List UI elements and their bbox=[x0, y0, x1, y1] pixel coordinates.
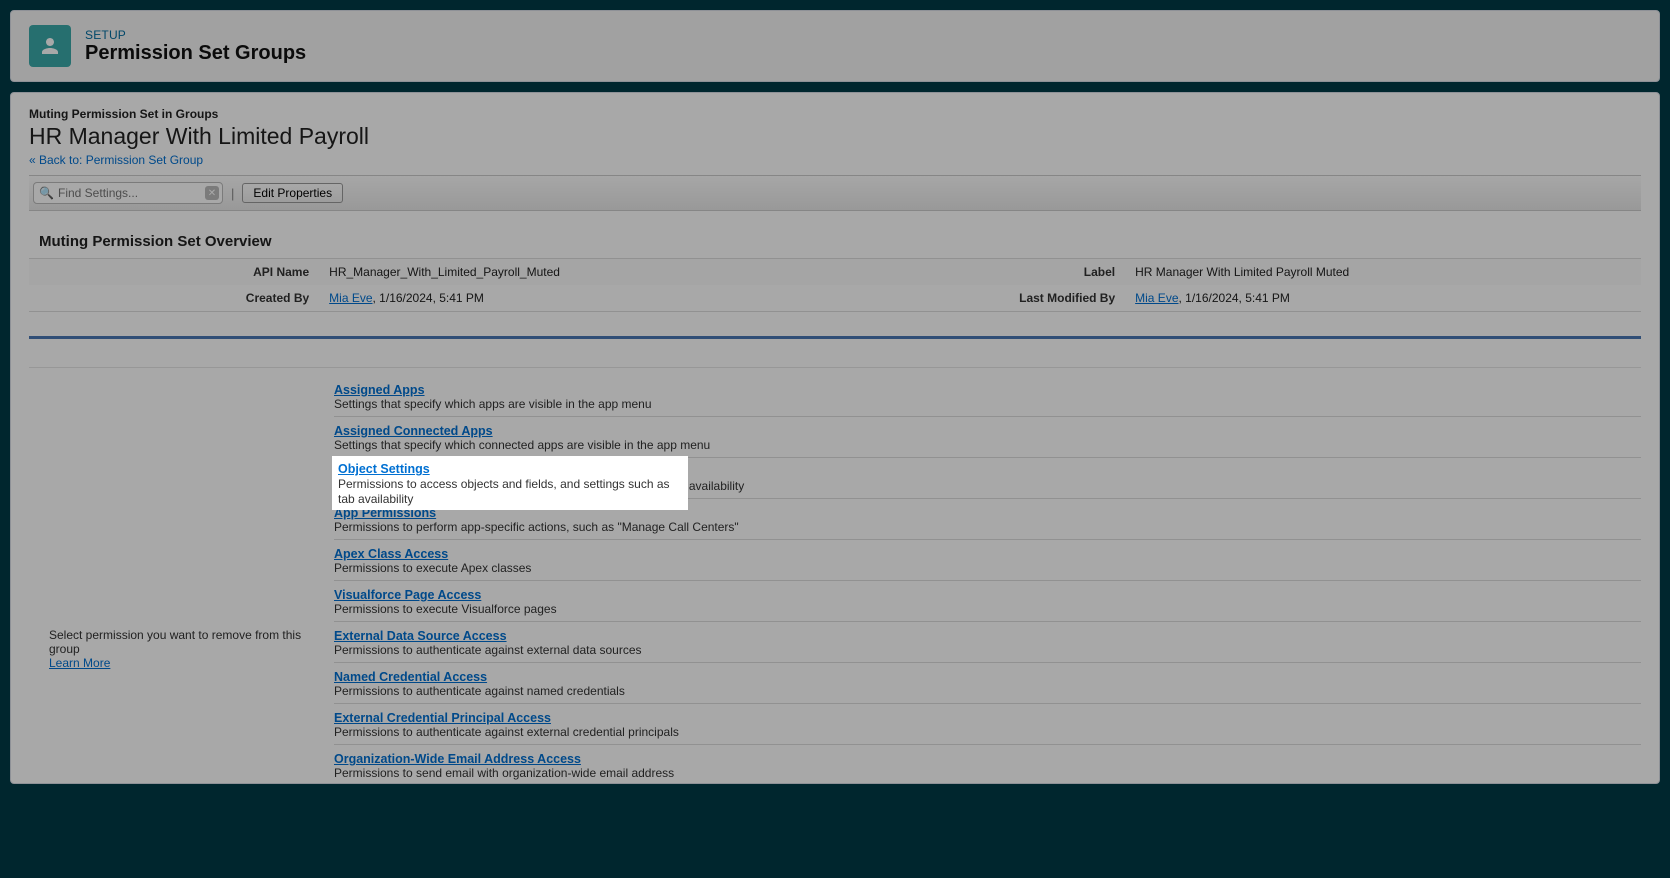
perm-row-desc: Permissions to access objects and fields… bbox=[334, 479, 1641, 493]
label-label: Label bbox=[835, 259, 1125, 286]
api-name-label: API Name bbox=[29, 259, 319, 286]
perm-row-desc: Permissions to authenticate against name… bbox=[334, 684, 1641, 698]
perm-row-title[interactable]: Object Settings bbox=[334, 465, 426, 479]
perm-row-title[interactable]: Visualforce Page Access bbox=[334, 588, 481, 602]
modified-by-date: , 1/16/2024, 5:41 PM bbox=[1179, 291, 1290, 305]
main-card: Muting Permission Set in Groups HR Manag… bbox=[10, 92, 1660, 784]
overview-heading: Muting Permission Set Overview bbox=[39, 233, 1641, 250]
toolbar-divider: | bbox=[231, 186, 234, 201]
back-link[interactable]: « Back to: Permission Set Group bbox=[29, 153, 203, 167]
modified-by-user-link[interactable]: Mia Eve bbox=[1135, 291, 1178, 305]
perm-row: Assigned AppsSettings that specify which… bbox=[334, 368, 1641, 417]
perm-row-title[interactable]: Organization-Wide Email Address Access bbox=[334, 752, 581, 766]
perm-row: External Credential Principal AccessPerm… bbox=[334, 704, 1641, 745]
perm-row-desc: Permissions to authenticate against exte… bbox=[334, 725, 1641, 739]
perm-row-desc: Permissions to send email with organizat… bbox=[334, 766, 1641, 780]
perm-row-title[interactable]: External Credential Principal Access bbox=[334, 711, 551, 725]
sidebar-text: Select permission you want to remove fro… bbox=[49, 628, 314, 656]
toolbar: 🔍 ✕ | Edit Properties bbox=[29, 175, 1641, 211]
perm-row-title[interactable]: App Permissions bbox=[334, 506, 436, 520]
created-by-user-link[interactable]: Mia Eve bbox=[329, 291, 372, 305]
perm-row-title[interactable]: Named Credential Access bbox=[334, 670, 487, 684]
edit-properties-button[interactable]: Edit Properties bbox=[242, 183, 343, 203]
page-title: HR Manager With Limited Payroll bbox=[29, 123, 1641, 150]
clear-icon[interactable]: ✕ bbox=[205, 186, 219, 200]
overview-table: API Name HR_Manager_With_Limited_Payroll… bbox=[29, 258, 1641, 312]
perm-row: External Data Source AccessPermissions t… bbox=[334, 622, 1641, 663]
header-eyebrow: SETUP bbox=[85, 28, 306, 42]
perm-row: Organization-Wide Email Address AccessPe… bbox=[334, 745, 1641, 783]
created-by-value: Mia Eve, 1/16/2024, 5:41 PM bbox=[319, 285, 835, 312]
perm-row-desc: Settings that specify which apps are vis… bbox=[334, 397, 1641, 411]
header-title: Permission Set Groups bbox=[85, 42, 306, 65]
perm-row: App PermissionsPermissions to perform ap… bbox=[334, 499, 1641, 540]
permission-group-icon bbox=[29, 25, 71, 67]
modified-by-label: Last Modified By bbox=[835, 285, 1125, 312]
perm-row-desc: Permissions to perform app-specific acti… bbox=[334, 520, 1641, 534]
perm-row-title[interactable]: Assigned Apps bbox=[334, 383, 425, 397]
label-value: HR Manager With Limited Payroll Muted bbox=[1125, 259, 1641, 286]
setup-header: SETUP Permission Set Groups bbox=[10, 10, 1660, 82]
perm-list: Assigned AppsSettings that specify which… bbox=[334, 368, 1641, 783]
perm-row: Visualforce Page AccessPermissions to ex… bbox=[334, 581, 1641, 622]
perm-row-desc: Permissions to execute Apex classes bbox=[334, 561, 1641, 575]
perm-row-desc: Permissions to authenticate against exte… bbox=[334, 643, 1641, 657]
blue-separator bbox=[29, 336, 1641, 339]
perm-row: Assigned Connected AppsSettings that spe… bbox=[334, 417, 1641, 458]
created-by-date: , 1/16/2024, 5:41 PM bbox=[373, 291, 484, 305]
perm-row: Object SettingsPermissions to access obj… bbox=[334, 458, 1641, 499]
perm-row-title[interactable]: Apex Class Access bbox=[334, 547, 448, 561]
api-name-value: HR_Manager_With_Limited_Payroll_Muted bbox=[319, 259, 835, 286]
perm-row: Apex Class AccessPermissions to execute … bbox=[334, 540, 1641, 581]
learn-more-link[interactable]: Learn More bbox=[49, 656, 110, 670]
search-input[interactable] bbox=[33, 182, 223, 204]
perm-row: Named Credential AccessPermissions to au… bbox=[334, 663, 1641, 704]
perm-row-desc: Permissions to execute Visualforce pages bbox=[334, 602, 1641, 616]
created-by-label: Created By bbox=[29, 285, 319, 312]
perm-sidebar: Select permission you want to remove fro… bbox=[29, 368, 334, 783]
search-icon: 🔍 bbox=[39, 186, 54, 200]
perm-row-title[interactable]: Assigned Connected Apps bbox=[334, 424, 493, 438]
page-breadcrumb: Muting Permission Set in Groups bbox=[29, 107, 1641, 121]
modified-by-value: Mia Eve, 1/16/2024, 5:41 PM bbox=[1125, 285, 1641, 312]
perm-row-desc: Settings that specify which connected ap… bbox=[334, 438, 1641, 452]
perm-row-title[interactable]: External Data Source Access bbox=[334, 629, 507, 643]
